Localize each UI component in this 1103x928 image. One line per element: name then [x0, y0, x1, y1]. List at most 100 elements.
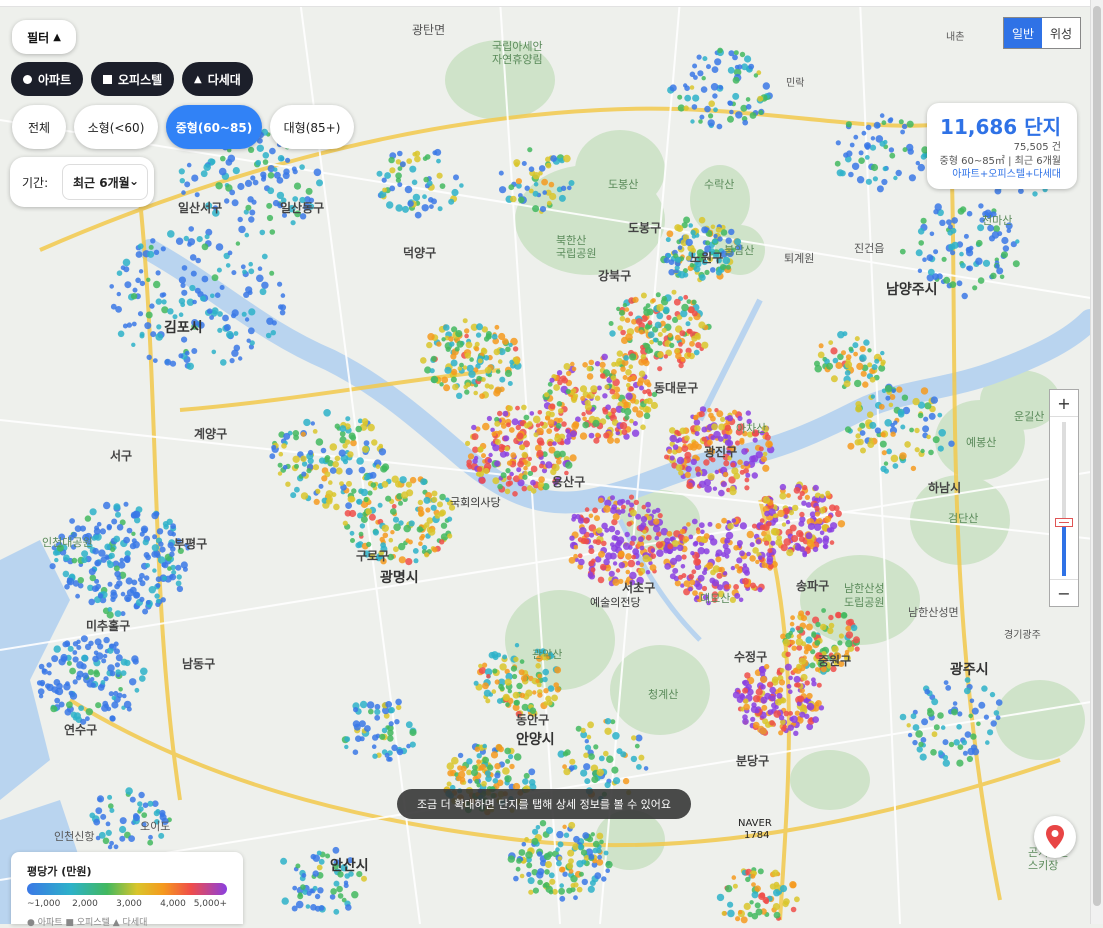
price-dot[interactable]	[237, 182, 245, 191]
price-dot[interactable]	[412, 152, 418, 157]
price-dot[interactable]	[899, 452, 907, 460]
price-dot[interactable]	[396, 748, 404, 756]
price-dot[interactable]	[499, 376, 506, 383]
price-dot[interactable]	[874, 358, 880, 364]
price-dot[interactable]	[68, 690, 74, 696]
price-dot[interactable]	[147, 839, 154, 846]
price-dot[interactable]	[557, 841, 564, 848]
price-dot[interactable]	[96, 795, 105, 803]
price-dot[interactable]	[504, 775, 512, 783]
price-dot[interactable]	[882, 166, 888, 172]
price-dot[interactable]	[685, 238, 693, 247]
price-dot[interactable]	[76, 661, 84, 669]
price-dot[interactable]	[691, 299, 697, 305]
price-dot[interactable]	[703, 459, 710, 466]
price-dot[interactable]	[49, 563, 56, 570]
price-dot[interactable]	[312, 464, 320, 471]
price-dot[interactable]	[723, 460, 730, 467]
price-dot[interactable]	[707, 473, 715, 481]
price-dot[interactable]	[873, 121, 881, 129]
price-dot[interactable]	[657, 366, 663, 372]
price-dot[interactable]	[409, 741, 416, 748]
price-dot[interactable]	[184, 181, 191, 188]
price-dot[interactable]	[711, 66, 719, 73]
price-dot[interactable]	[856, 362, 864, 370]
price-dot[interactable]	[513, 753, 522, 761]
price-dot[interactable]	[678, 342, 683, 347]
price-dot[interactable]	[145, 563, 151, 568]
price-dot[interactable]	[477, 358, 483, 364]
price-dot[interactable]	[508, 754, 514, 760]
price-dot[interactable]	[494, 386, 502, 394]
price-dot[interactable]	[145, 600, 151, 605]
price-dot[interactable]	[918, 240, 924, 246]
price-dot[interactable]	[573, 553, 578, 559]
price-dot[interactable]	[849, 142, 855, 148]
price-dot[interactable]	[906, 723, 911, 728]
price-dot[interactable]	[440, 522, 448, 529]
price-dot[interactable]	[332, 461, 340, 468]
price-dot[interactable]	[737, 64, 743, 70]
price-dot[interactable]	[746, 530, 754, 539]
price-dot[interactable]	[638, 536, 644, 543]
price-dot[interactable]	[535, 678, 540, 684]
price-dot[interactable]	[37, 688, 45, 695]
price-dot[interactable]	[586, 734, 592, 740]
price-dot[interactable]	[358, 466, 366, 474]
price-dot[interactable]	[75, 593, 80, 599]
price-dot[interactable]	[997, 231, 1003, 237]
price-dot[interactable]	[283, 432, 291, 440]
price-dot[interactable]	[117, 330, 125, 338]
price-dot[interactable]	[917, 412, 924, 419]
price-dot[interactable]	[920, 387, 929, 395]
price-dot[interactable]	[506, 405, 513, 412]
price-dot[interactable]	[957, 744, 964, 750]
price-dot[interactable]	[473, 390, 479, 396]
price-dot[interactable]	[562, 824, 567, 829]
price-dot[interactable]	[673, 298, 681, 306]
price-dot[interactable]	[672, 567, 679, 574]
price-dot[interactable]	[417, 506, 424, 513]
price-dot[interactable]	[588, 432, 595, 439]
price-dot[interactable]	[103, 676, 109, 682]
price-dot[interactable]	[541, 178, 548, 186]
price-dot[interactable]	[677, 94, 683, 100]
price-dot[interactable]	[499, 186, 507, 194]
price-dot[interactable]	[505, 346, 511, 353]
price-dot[interactable]	[368, 708, 374, 715]
price-dot[interactable]	[64, 708, 72, 716]
price-dot[interactable]	[378, 448, 387, 456]
price-dot[interactable]	[493, 348, 501, 356]
price-dot[interactable]	[595, 539, 602, 546]
price-dot[interactable]	[783, 538, 791, 546]
price-dot[interactable]	[942, 759, 950, 767]
price-dot[interactable]	[796, 644, 803, 651]
price-dot[interactable]	[912, 739, 918, 746]
price-dot[interactable]	[396, 704, 402, 711]
price-dot[interactable]	[573, 835, 580, 843]
price-dot[interactable]	[219, 285, 225, 290]
price-dot[interactable]	[629, 509, 637, 517]
price-dot[interactable]	[196, 236, 203, 243]
price-dot[interactable]	[294, 486, 300, 493]
price-dot[interactable]	[563, 768, 571, 776]
price-dot[interactable]	[591, 558, 596, 564]
size-chip-medium[interactable]: 중형(60~85)	[166, 105, 262, 149]
price-dot[interactable]	[132, 287, 138, 293]
price-dot[interactable]	[225, 158, 233, 166]
price-dot[interactable]	[916, 746, 923, 753]
price-dot[interactable]	[654, 535, 660, 541]
price-dot[interactable]	[150, 331, 157, 338]
price-dot[interactable]	[731, 518, 737, 523]
price-dot[interactable]	[232, 167, 240, 175]
price-dot[interactable]	[269, 270, 275, 276]
price-dot[interactable]	[526, 485, 533, 492]
price-dot[interactable]	[335, 467, 343, 475]
price-dot[interactable]	[118, 687, 123, 692]
price-dot[interactable]	[686, 482, 693, 489]
price-dot[interactable]	[757, 555, 763, 560]
price-dot[interactable]	[675, 352, 682, 360]
price-dot[interactable]	[115, 306, 122, 313]
price-dot[interactable]	[273, 167, 278, 172]
price-dot[interactable]	[860, 447, 866, 454]
